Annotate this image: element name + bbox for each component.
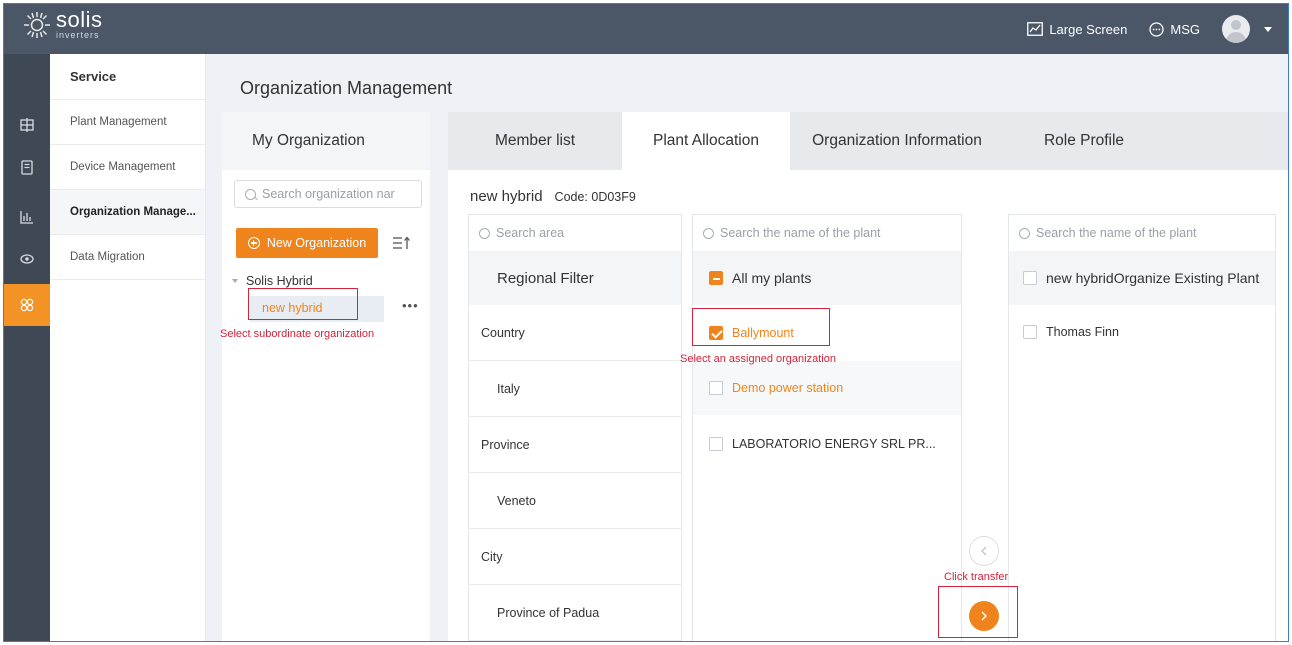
tab-plant-allocation[interactable]: Plant Allocation — [622, 112, 790, 170]
more-icon[interactable]: ••• — [402, 298, 419, 313]
region-category-city: City — [469, 529, 681, 585]
area-search-input[interactable]: Search area — [469, 215, 681, 251]
org-panel-title: My Organization — [222, 112, 430, 170]
target-plant-column: Search the name of the plant new hybridO… — [1008, 214, 1276, 641]
annotation-transfer: Click transfer — [944, 571, 1009, 583]
search-icon — [1019, 227, 1030, 239]
target-all-checkbox[interactable] — [1023, 271, 1037, 285]
plant-row-laboratorio[interactable]: LABORATORIO ENERGY SRL PR... — [693, 415, 961, 473]
service-icon[interactable] — [4, 284, 50, 326]
logo-subtext: inverters — [56, 30, 100, 40]
menu-item-organization-management[interactable]: Organization Manage... — [50, 190, 205, 235]
page-title: Organization Management — [240, 78, 453, 98]
my-organization-panel: My Organization Search organization nar … — [222, 112, 430, 641]
service-menu: Service Plant Management Device Manageme… — [50, 54, 206, 641]
chevron-left-icon — [981, 546, 987, 556]
plant-search-input[interactable]: Search the name of the plant — [693, 215, 961, 251]
plant-search-placeholder: Search the name of the plant — [720, 226, 881, 240]
region-category-country: Country — [469, 305, 681, 361]
plant-label: LABORATORIO ENERGY SRL PR... — [732, 437, 936, 451]
annotation-box-transfer — [938, 586, 1018, 638]
solis-logo[interactable]: solis inverters — [22, 7, 103, 40]
plus-circle-icon — [247, 237, 260, 249]
target-search-placeholder: Search the name of the plant — [1036, 226, 1197, 240]
org-name: new hybrid — [470, 188, 543, 205]
target-item-label: Thomas Finn — [1046, 325, 1119, 339]
area-search-placeholder: Search area — [496, 226, 565, 240]
message-icon — [1149, 21, 1165, 37]
tree-node-solis-hybrid[interactable]: Solis Hybrid — [232, 274, 313, 288]
tab-member-list[interactable]: Member list — [448, 112, 622, 170]
chart-icon[interactable] — [4, 196, 50, 238]
org-code: Code: 0D03F9 — [554, 190, 636, 204]
msg-button[interactable]: MSG — [1149, 22, 1200, 37]
target-header-row[interactable]: new hybridOrganize Existing Plant — [1009, 251, 1275, 305]
region-category-province: Province — [469, 417, 681, 473]
plant-checkbox[interactable] — [709, 381, 723, 395]
target-row-thomas-finn[interactable]: Thomas Finn — [1009, 305, 1275, 359]
chart-line-icon — [1027, 22, 1044, 36]
org-info: new hybrid Code: 0D03F9 — [470, 188, 636, 205]
search-icon — [479, 227, 490, 239]
tab-role-profile[interactable]: Role Profile — [1004, 112, 1164, 170]
menu-title: Service — [50, 54, 205, 100]
search-icon — [245, 188, 256, 200]
all-plants-label: All my plants — [732, 270, 812, 286]
menu-item-data-migration[interactable]: Data Migration — [50, 235, 205, 280]
left-rail — [4, 54, 50, 641]
large-screen-label: Large Screen — [1049, 21, 1128, 37]
annotation-assigned: Select an assigned organization — [680, 353, 836, 365]
region-item-italy[interactable]: Italy — [469, 361, 681, 417]
search-icon — [703, 227, 714, 239]
logo-text: solis — [56, 7, 103, 32]
target-search-input[interactable]: Search the name of the plant — [1009, 215, 1275, 251]
target-header-label: new hybridOrganize Existing Plant — [1046, 270, 1260, 286]
org-search-input[interactable]: Search organization nar — [234, 180, 422, 208]
target-checkbox[interactable] — [1023, 325, 1037, 339]
all-plants-row[interactable]: All my plants — [693, 251, 961, 305]
menu-item-plant-management[interactable]: Plant Management — [50, 100, 205, 145]
plant-checkbox[interactable] — [709, 437, 723, 451]
annotation-subordinate: Select subordinate organization — [220, 328, 375, 340]
tab-organization-information[interactable]: Organization Information — [790, 112, 1004, 170]
plant-list-column: Search the name of the plant All my plan… — [692, 214, 962, 641]
region-item-province-of-padua[interactable]: Province of Padua — [469, 585, 681, 641]
plant-label: Demo power station — [732, 381, 844, 395]
regional-filter-title: Regional Filter — [469, 251, 681, 305]
new-organization-button[interactable]: New Organization — [236, 228, 378, 258]
top-right-actions: Large Screen MSG — [1027, 4, 1272, 54]
top-bar: solis inverters Large Screen MSG — [4, 4, 1288, 54]
regional-filter-column: Search area Regional Filter Country Ital… — [468, 214, 682, 641]
caret-down-icon[interactable] — [232, 279, 238, 283]
menu-item-device-management[interactable]: Device Management — [50, 145, 205, 190]
new-organization-label: New Organization — [266, 236, 367, 250]
device-icon[interactable] — [4, 146, 50, 188]
large-screen-button[interactable]: Large Screen — [1027, 22, 1127, 37]
region-item-veneto[interactable]: Veneto — [469, 473, 681, 529]
chevron-down-icon[interactable] — [1264, 26, 1272, 32]
sort-icon[interactable] — [392, 234, 410, 252]
plant-row-demo-power-station[interactable]: Demo power station — [693, 361, 961, 415]
plant-grid-icon[interactable] — [4, 104, 50, 146]
eye-icon[interactable] — [4, 238, 50, 280]
transfer-left-button[interactable] — [969, 536, 999, 566]
org-search-placeholder: Search organization nar — [262, 187, 395, 201]
avatar[interactable] — [1222, 15, 1250, 43]
tree-root-label: Solis Hybrid — [246, 274, 313, 288]
msg-label: MSG — [1170, 21, 1200, 37]
tab-bar: Member list Plant Allocation Organizatio… — [448, 112, 1288, 170]
app-window: solis inverters Large Screen MSG Service… — [3, 3, 1289, 642]
annotation-box-subordinate — [248, 288, 358, 320]
all-plants-checkbox[interactable] — [709, 271, 723, 285]
annotation-box-assigned — [692, 308, 830, 346]
main-panel: Member list Plant Allocation Organizatio… — [448, 112, 1288, 641]
sun-logo-icon — [24, 12, 50, 38]
